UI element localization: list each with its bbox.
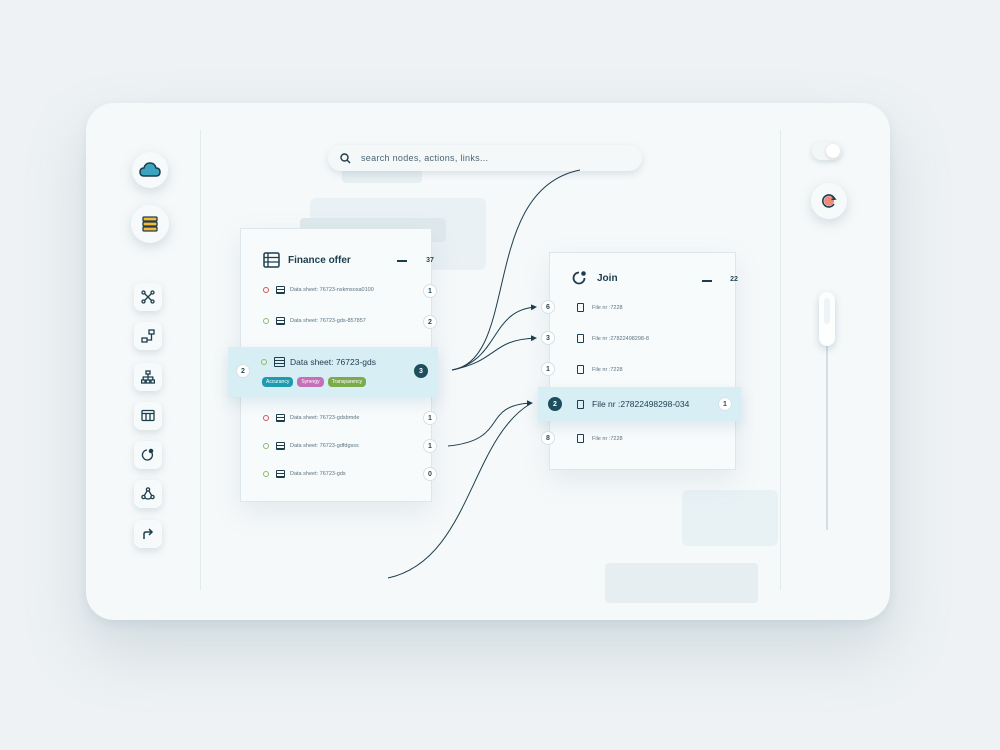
- tag-list: Accurancy Synergy Transparency: [262, 377, 370, 387]
- row-count: 0: [423, 467, 437, 481]
- status-ok-icon: [263, 318, 269, 324]
- row-label: File nr :7228: [592, 366, 623, 373]
- join-panel-title: Join: [597, 273, 618, 284]
- file-icon: [577, 334, 584, 343]
- list-item[interactable]: File nr :7228: [577, 303, 623, 312]
- row-label: Data sheet: 76723-gdsbmde: [290, 415, 360, 421]
- status-ok-icon: [263, 443, 269, 449]
- file-icon: [577, 365, 584, 374]
- row-count: 1: [423, 411, 437, 425]
- file-icon: [577, 434, 584, 443]
- row-left-count: 6: [541, 300, 555, 314]
- list-item[interactable]: File nr :27822498298-8: [577, 334, 649, 343]
- row-left-count: 8: [541, 431, 555, 445]
- list-item[interactable]: Data sheet: 76723-gds-857857: [263, 317, 366, 325]
- collapse-button[interactable]: [702, 280, 712, 282]
- datasheet-icon: [276, 317, 285, 325]
- selected-row-header: File nr :27822498298-034: [577, 399, 689, 409]
- selected-row[interactable]: [228, 347, 438, 397]
- datasheet-icon: [276, 442, 285, 450]
- list-item[interactable]: Data sheet: 76723-gdsbmde: [263, 414, 359, 422]
- status-error-icon: [263, 287, 269, 293]
- row-count: 1: [423, 439, 437, 453]
- status-ok-icon: [261, 359, 267, 365]
- link-line: [447, 400, 533, 447]
- datasheet-icon: [276, 286, 285, 294]
- row-count: 1: [423, 284, 437, 298]
- join-icon: [572, 271, 586, 285]
- list-item[interactable]: Data sheet: 76723-gdfdgsss: [263, 442, 359, 450]
- selected-left-count: 2: [236, 364, 250, 378]
- selected-row-count: 1: [718, 397, 732, 411]
- link-line: [451, 304, 537, 371]
- row-label: Data sheet: 76723-gds: [290, 471, 346, 477]
- selected-left-count: 2: [548, 397, 562, 411]
- row-label: Data sheet: 76723-gdfdgsss: [290, 443, 359, 449]
- selected-row-label: File nr :27822498298-034: [592, 399, 690, 409]
- tag-transparency[interactable]: Transparency: [327, 377, 367, 387]
- file-icon: [577, 399, 584, 409]
- tag-accurancy[interactable]: Accurancy: [262, 377, 294, 387]
- row-label: File nr :7228: [592, 435, 623, 442]
- selected-row-header: Data sheet: 76723-gds: [261, 357, 376, 367]
- tag-synergy[interactable]: Synergy: [297, 377, 324, 387]
- panel-count-badge: 37: [426, 256, 434, 264]
- selected-row-count: 3: [414, 364, 428, 378]
- list-item[interactable]: Data sheet: 76723-gds: [263, 470, 346, 478]
- list-item[interactable]: Data sheet: 76723-nskmsosa0100: [263, 286, 374, 294]
- connection-lines: [387, 169, 581, 579]
- status-ok-icon: [263, 471, 269, 477]
- datasheet-icon: [276, 414, 285, 422]
- selected-row-label: Data sheet: 76723-gds: [290, 357, 377, 367]
- file-icon: [577, 303, 584, 312]
- row-count: 2: [423, 315, 437, 329]
- row-left-count: 3: [541, 331, 555, 345]
- row-label: File nr :27822498298-8: [592, 335, 649, 342]
- datasheet-icon: [274, 357, 285, 367]
- table-icon: [263, 252, 280, 268]
- status-error-icon: [263, 415, 269, 421]
- list-item[interactable]: File nr :7228: [577, 434, 623, 443]
- list-item[interactable]: File nr :7228: [577, 365, 623, 374]
- collapse-button[interactable]: [397, 260, 407, 262]
- datasheet-icon: [276, 470, 285, 478]
- panel-count-badge: 22: [730, 275, 738, 283]
- row-label: File nr :7228: [592, 304, 623, 311]
- row-label: Data sheet: 76723-gds-857857: [290, 318, 366, 324]
- finance-panel-title: Finance offer: [288, 255, 351, 266]
- row-left-count: 1: [541, 362, 555, 376]
- row-label: Data sheet: 76723-nskmsosa0100: [290, 287, 374, 293]
